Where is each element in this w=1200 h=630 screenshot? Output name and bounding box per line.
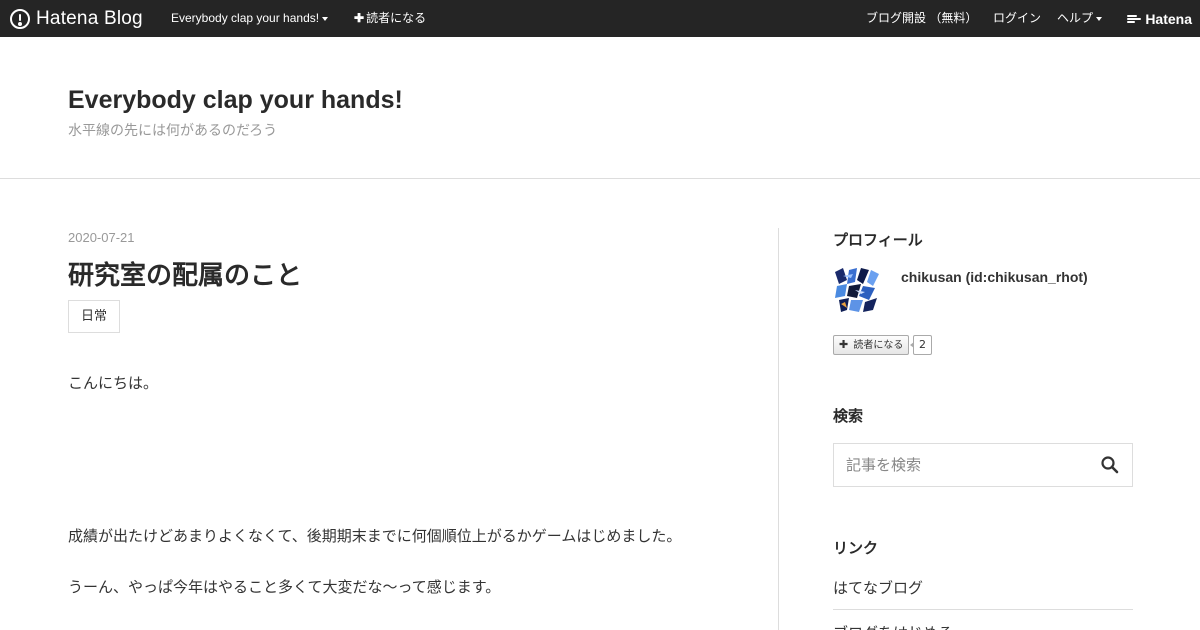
plus-icon: ✚ — [354, 11, 365, 25]
open-blog-link[interactable]: ブログ開設 （無料） — [866, 0, 977, 37]
subscriber-count[interactable]: 2 — [910, 335, 932, 355]
blog-description: 水平線の先には何があるのだろう — [68, 123, 278, 139]
entry-date[interactable]: 2020-07-21 — [68, 230, 135, 245]
caret-down-icon — [322, 16, 329, 21]
blog-header: Everybody clap your hands! 水平線の先には何があるのだ… — [0, 37, 1200, 179]
hatena-lines-icon — [1127, 14, 1142, 24]
search-form — [833, 443, 1133, 487]
header-subscribe-label: 読者になる — [366, 11, 427, 25]
header-subscribe-button[interactable]: ✚ 読者になる — [354, 0, 426, 37]
entry-paragraph: うーん、やっぱ今年はやること多くて大変だな〜って感じます。 — [68, 578, 501, 596]
links-heading: リンク — [833, 539, 879, 557]
logo-text: Hatena Blog — [36, 7, 143, 29]
profile-name[interactable]: chikusan (id:chikusan_rhot) — [901, 269, 1088, 285]
content-divider — [778, 228, 779, 630]
profile-heading: プロフィール — [833, 231, 923, 249]
avatar-image — [833, 266, 881, 314]
link-divider — [833, 609, 1133, 610]
category-tag[interactable]: 日常 — [68, 300, 121, 333]
blog-menu-dropdown[interactable]: Everybody clap your hands! — [171, 0, 329, 37]
avatar[interactable] — [833, 266, 881, 314]
link-hatena-blog[interactable]: はてなブログ — [833, 577, 923, 598]
entry-paragraph: こんにちは。 — [68, 374, 159, 392]
entry-paragraph: 成績が出たけどあまりよくなくて、後期期末までに何個順位上がるかゲームはじめました… — [68, 527, 682, 545]
plus-icon: ✚ — [839, 338, 849, 351]
hatena-brand-text: Hatena — [1145, 10, 1192, 27]
search-heading: 検索 — [833, 407, 864, 425]
login-link[interactable]: ログイン — [993, 0, 1041, 37]
search-input[interactable] — [834, 444, 1094, 486]
subscribe-label: 読者になる — [853, 340, 904, 351]
entry-title[interactable]: 研究室の配属のこと — [68, 255, 302, 292]
hatena-brand-link[interactable]: Hatena — [1127, 0, 1192, 37]
hatena-blog-icon — [10, 8, 30, 29]
subscribe-button[interactable]: ✚ 読者になる — [833, 335, 910, 355]
link-start-blog[interactable]: ブログをはじめる — [833, 622, 953, 630]
blog-title[interactable]: Everybody clap your hands! — [68, 86, 403, 115]
search-icon[interactable] — [1100, 455, 1120, 475]
global-header: Hatena Blog Everybody clap your hands! ✚… — [0, 0, 1200, 37]
help-dropdown[interactable]: ヘルプ — [1057, 0, 1103, 37]
caret-down-icon — [1096, 16, 1103, 21]
blog-menu-label: Everybody clap your hands! — [171, 11, 320, 25]
help-label: ヘルプ — [1057, 11, 1094, 25]
hatena-blog-logo[interactable]: Hatena Blog — [10, 8, 143, 29]
